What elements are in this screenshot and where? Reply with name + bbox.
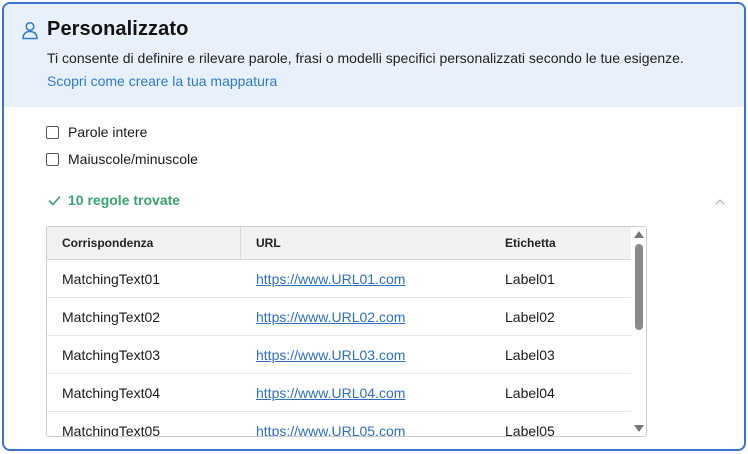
whole-words-option[interactable]: Parole intere	[46, 124, 147, 140]
url-link[interactable]: https://www.URL05.com	[256, 412, 405, 436]
table-row: MatchingText03 https://www.URL03.com Lab…	[47, 336, 631, 374]
match-case-checkbox[interactable]	[46, 152, 59, 166]
url-link[interactable]: https://www.URL04.com	[256, 374, 405, 412]
page-title: Personalizzato	[47, 18, 189, 40]
chevron-up-icon[interactable]	[714, 196, 726, 208]
label-cell: Label02	[505, 309, 555, 325]
label-cell: Label03	[505, 347, 555, 363]
match-case-option[interactable]: Maiuscole/minuscole	[46, 151, 198, 167]
label-cell: Label01	[505, 271, 555, 287]
header-description: Ti consente di definire e rilevare parol…	[47, 50, 684, 66]
table-header: Corrispondenza URL Etichetta	[47, 227, 631, 260]
match-cell: MatchingText02	[62, 309, 161, 325]
match-case-label: Maiuscole/minuscole	[68, 151, 198, 167]
scroll-up-arrow-icon[interactable]	[634, 231, 644, 238]
card-header: Personalizzato Ti consente di definire e…	[4, 4, 744, 107]
title-row: Personalizzato	[20, 18, 744, 41]
custom-mapping-card: Personalizzato Ti consente di definire e…	[2, 2, 746, 451]
scroll-down-arrow-icon[interactable]	[634, 425, 644, 432]
match-cell: MatchingText04	[62, 385, 161, 401]
url-link[interactable]: https://www.URL03.com	[256, 336, 405, 374]
table-row: MatchingText05 https://www.URL05.com Lab…	[47, 412, 631, 437]
rules-table: Corrispondenza URL Etichetta MatchingTex…	[46, 226, 647, 437]
learn-mapping-link[interactable]: Scopri come creare la tua mappatura	[47, 73, 744, 89]
label-cell: Label05	[505, 423, 555, 437]
column-header-url: URL	[256, 236, 281, 250]
rules-count-label: 10 regole trovate	[68, 192, 181, 208]
match-cell: MatchingText01	[62, 271, 161, 287]
table-scrollbar[interactable]	[631, 227, 646, 436]
table-row: MatchingText01 https://www.URL01.com Lab…	[47, 260, 631, 298]
column-header-match: Corrispondenza	[62, 236, 154, 250]
match-cell: MatchingText03	[62, 347, 161, 363]
scroll-thumb[interactable]	[635, 244, 643, 330]
whole-words-label: Parole intere	[68, 124, 148, 140]
url-link[interactable]: https://www.URL02.com	[256, 298, 405, 336]
table-row: MatchingText02 https://www.URL02.com Lab…	[47, 298, 631, 336]
whole-words-checkbox[interactable]	[46, 125, 59, 139]
rules-summary[interactable]: 10 regole trovate	[48, 192, 180, 208]
column-header-label: Etichetta	[505, 236, 556, 250]
check-icon	[48, 195, 61, 205]
match-cell: MatchingText05	[62, 423, 161, 437]
label-cell: Label04	[505, 385, 555, 401]
table-row: MatchingText04 https://www.URL04.com Lab…	[47, 374, 631, 412]
url-link[interactable]: https://www.URL01.com	[256, 260, 405, 298]
column-divider	[240, 227, 241, 260]
person-icon	[22, 21, 38, 40]
